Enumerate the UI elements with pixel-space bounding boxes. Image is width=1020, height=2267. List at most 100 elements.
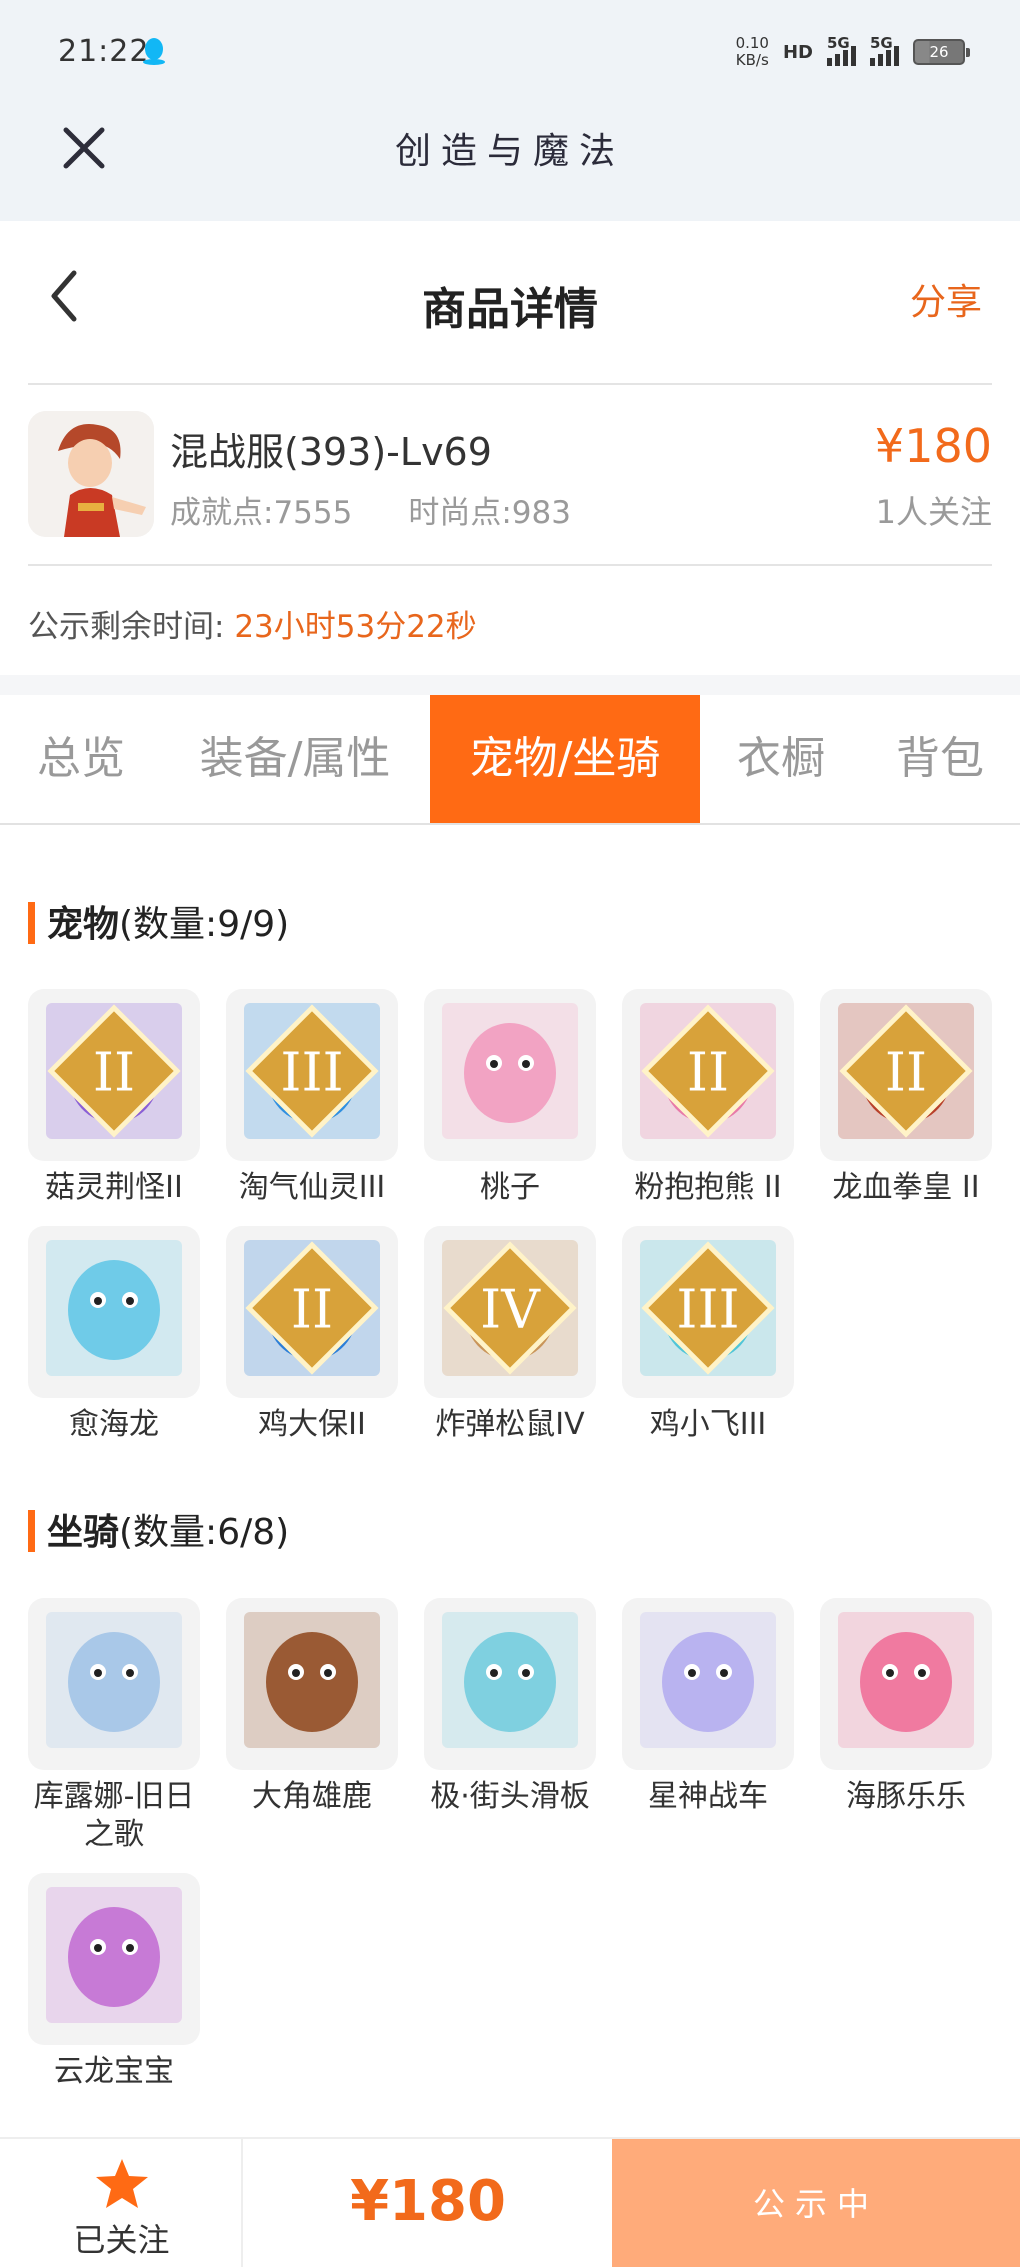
rank-badge-icon: II xyxy=(47,1004,181,1138)
item-name: 菇灵荆怪II xyxy=(45,1170,183,1205)
collection-item[interactable]: 桃子 xyxy=(424,989,596,1207)
divider xyxy=(28,564,992,566)
follow-label: 已关注 xyxy=(73,2221,170,2259)
item-thumbnail: II xyxy=(820,989,992,1161)
app-header: 21:22 0.10 KB/s HD 5G 5G 26 创造与魔法 xyxy=(0,0,1020,221)
publicity-status-button[interactable]: 公示中 xyxy=(612,2139,1020,2267)
page-title: 商品详情 xyxy=(422,284,598,335)
item-thumbnail xyxy=(226,1598,398,1770)
item-thumbnail xyxy=(28,1598,200,1770)
rank-badge-icon: III xyxy=(641,1241,775,1375)
mounts-section-title: 坐骑(数量:6/8) xyxy=(28,1503,289,1555)
share-button[interactable]: 分享 xyxy=(910,273,982,325)
bottom-action-bar: 已关注 ¥180 公示中 xyxy=(0,2137,1020,2267)
svg-text:III: III xyxy=(676,1277,739,1340)
collection-item[interactable]: 云龙宝宝 xyxy=(28,1873,200,2091)
item-thumbnail: III xyxy=(622,1226,794,1398)
tab-equipment[interactable]: 装备/属性 xyxy=(172,695,418,823)
svg-text:III: III xyxy=(280,1040,343,1103)
pets-mounts-panel: 宠物(数量:9/9) II 菇灵荆怪II III 淘气仙灵III 桃子 II 粉抱抱熊 II… xyxy=(0,825,1020,2137)
collection-item[interactable]: 海豚乐乐 xyxy=(820,1598,992,1816)
svg-text:II: II xyxy=(885,1040,927,1103)
signal-icon: 5G xyxy=(827,34,856,66)
item-thumbnail: II xyxy=(226,1226,398,1398)
page-header: 商品详情 分享 xyxy=(0,221,1020,383)
collection-item[interactable]: IV 炸弹松鼠IV xyxy=(424,1226,596,1444)
bottom-price: ¥180 xyxy=(350,2169,506,2234)
collection-item[interactable]: II 粉抱抱熊 II xyxy=(622,989,794,1207)
item-name: 云龙宝宝 xyxy=(54,2054,174,2089)
item-name: 鸡大保II xyxy=(258,1407,366,1442)
item-thumbnail: II xyxy=(622,989,794,1161)
divider xyxy=(28,383,992,385)
star-icon xyxy=(96,2159,148,2208)
tab-wardrobe[interactable]: 衣橱 xyxy=(712,695,850,823)
svg-text:II: II xyxy=(687,1040,729,1103)
app-title: 创造与魔法 xyxy=(394,131,625,172)
item-thumbnail xyxy=(424,989,596,1161)
item-name: 淘气仙灵III xyxy=(238,1170,386,1205)
item-name: 龙血拳皇 II xyxy=(832,1170,980,1205)
item-name: 桃子 xyxy=(480,1170,540,1205)
item-thumbnail xyxy=(820,1598,992,1770)
rank-badge-icon: II xyxy=(245,1241,379,1375)
rank-badge-icon: III xyxy=(245,1004,379,1138)
svg-text:IV: IV xyxy=(480,1277,541,1340)
item-thumbnail xyxy=(28,1226,200,1398)
item-thumbnail xyxy=(28,1873,200,2045)
item-name: 极·街头滑板 xyxy=(430,1779,590,1814)
product-card: 混战服(393)-Lv69 成就点:7555 时尚点:983 ¥180 1人关注… xyxy=(0,383,1020,675)
follow-button[interactable]: 已关注 xyxy=(0,2139,243,2267)
collection-item[interactable]: III 鸡小飞III xyxy=(622,1226,794,1444)
svg-text:II: II xyxy=(291,1277,333,1340)
item-thumbnail xyxy=(424,1598,596,1770)
collection-item[interactable]: III 淘气仙灵III xyxy=(226,989,398,1207)
rank-badge-icon: IV xyxy=(443,1241,577,1375)
collection-item[interactable]: II 菇灵荆怪II xyxy=(28,989,200,1207)
collection-item[interactable]: II 鸡大保II xyxy=(226,1226,398,1444)
pets-section-title: 宠物(数量:9/9) xyxy=(28,895,289,947)
fashion-points: 时尚点:983 xyxy=(408,495,571,531)
item-name: 星神战车 xyxy=(648,1779,768,1814)
character-avatar xyxy=(28,411,154,537)
collection-item[interactable]: 星神战车 xyxy=(622,1598,794,1816)
item-thumbnail: II xyxy=(28,989,200,1161)
item-name: 海豚乐乐 xyxy=(846,1779,966,1814)
achievement-points: 成就点:7555 xyxy=(170,495,353,531)
net-speed: 0.10 KB/s xyxy=(735,34,769,69)
status-time: 21:22 xyxy=(58,34,150,69)
follower-count: 1人关注 xyxy=(875,493,992,531)
collection-item[interactable]: 愈海龙 xyxy=(28,1226,200,1444)
tab-backpack[interactable]: 背包 xyxy=(870,695,1010,823)
rank-badge-icon: II xyxy=(839,1004,973,1138)
svg-text:II: II xyxy=(93,1040,135,1103)
collection-item[interactable]: 极·街头滑板 xyxy=(424,1598,596,1816)
tab-overview[interactable]: 总览 xyxy=(0,695,162,823)
signal-icon: 5G xyxy=(870,34,899,66)
collection-item[interactable]: II 龙血拳皇 II xyxy=(820,989,992,1207)
product-price: ¥180 xyxy=(874,419,992,473)
detail-tabs: 总览 装备/属性 宠物/坐骑 衣橱 背包 xyxy=(0,695,1020,825)
product-stats: 成就点:7555 时尚点:983 xyxy=(170,487,571,532)
qq-notification-icon xyxy=(143,38,165,65)
rank-badge-icon: II xyxy=(641,1004,775,1138)
product-name: 混战服(393)-Lv69 xyxy=(170,430,492,474)
status-indicators: 0.10 KB/s HD 5G 5G 26 xyxy=(735,30,970,74)
item-thumbnail: III xyxy=(226,989,398,1161)
item-name: 粉抱抱熊 II xyxy=(634,1170,782,1205)
battery-icon: 26 xyxy=(913,39,970,65)
countdown-value: 23小时53分22秒 xyxy=(234,609,477,645)
item-thumbnail: IV xyxy=(424,1226,596,1398)
tab-pets-mounts[interactable]: 宠物/坐骑 xyxy=(430,695,700,823)
hd-indicator: HD xyxy=(782,41,813,63)
item-name: 炸弹松鼠IV xyxy=(435,1407,585,1442)
publicity-countdown: 公示剩余时间: 23小时53分22秒 xyxy=(28,601,477,646)
countdown-label: 公示剩余时间: xyxy=(28,609,225,645)
item-thumbnail xyxy=(622,1598,794,1770)
item-name: 大角雄鹿 xyxy=(252,1779,372,1814)
collection-item[interactable]: 大角雄鹿 xyxy=(226,1598,398,1816)
item-name: 库露娜-旧日之歌 xyxy=(33,1779,195,1852)
item-name: 愈海龙 xyxy=(69,1407,159,1442)
collection-item[interactable]: 库露娜-旧日之歌 xyxy=(28,1598,200,1854)
item-name: 鸡小飞III xyxy=(649,1407,767,1442)
